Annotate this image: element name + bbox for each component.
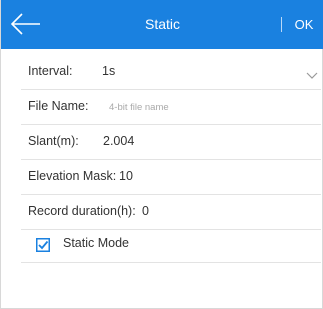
file-name-input[interactable] xyxy=(109,95,289,119)
record-duration-label: Record duration(h): xyxy=(28,204,136,218)
elevation-mask-value[interactable]: 10 xyxy=(119,169,133,183)
static-settings-screen: Static OK Interval: 1s File Name: Slant(… xyxy=(0,0,323,309)
elevation-mask-row[interactable]: Elevation Mask: 10 xyxy=(21,160,321,195)
ok-button[interactable]: OK xyxy=(289,0,319,49)
chevron-down-icon[interactable] xyxy=(306,67,318,79)
static-mode-label: Static Mode xyxy=(63,236,130,250)
static-mode-checkbox[interactable] xyxy=(36,238,50,252)
file-name-row: File Name: xyxy=(21,90,321,125)
slant-row[interactable]: Slant(m): 2.004 xyxy=(21,125,321,160)
static-mode-row[interactable]: Static Mode xyxy=(21,227,321,263)
slant-value[interactable]: 2.004 xyxy=(103,134,134,148)
header-divider xyxy=(281,17,282,32)
page-title: Static xyxy=(144,16,180,32)
record-duration-row[interactable]: Record duration(h): 0 xyxy=(21,195,321,230)
app-bar: Static OK xyxy=(1,0,323,49)
interval-value[interactable]: 1s xyxy=(102,64,115,78)
interval-label: Interval: xyxy=(28,64,73,78)
file-name-label: File Name: xyxy=(28,99,89,113)
interval-row[interactable]: Interval: 1s xyxy=(21,55,321,90)
elevation-mask-label: Elevation Mask: xyxy=(28,169,117,183)
record-duration-value[interactable]: 0 xyxy=(142,204,149,218)
slant-label: Slant(m): xyxy=(28,134,79,148)
